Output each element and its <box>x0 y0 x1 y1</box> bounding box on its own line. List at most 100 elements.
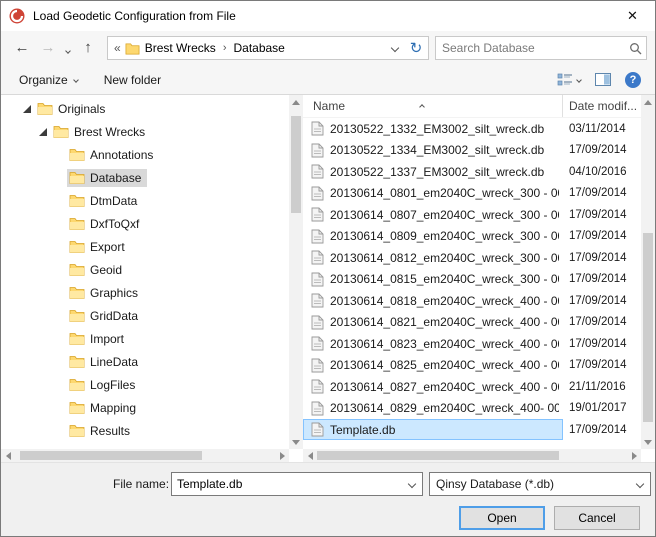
expander-icon[interactable] <box>23 105 31 113</box>
scroll-thumb[interactable] <box>317 451 559 460</box>
tree-item[interactable]: Annotations <box>1 143 289 166</box>
tree-horizontal-scrollbar[interactable] <box>1 449 289 462</box>
preview-pane-button[interactable] <box>591 70 615 89</box>
tree-item[interactable]: DxfToQxf <box>1 212 289 235</box>
scroll-thumb[interactable] <box>291 116 301 214</box>
file-row[interactable]: 20130614_0818_em2040C_wreck_400 - 00... … <box>303 290 641 312</box>
file-type-combobox[interactable]: Qinsy Database (*.db) <box>429 472 651 496</box>
scroll-track[interactable] <box>289 109 303 435</box>
tree-item[interactable]: DtmData <box>1 189 289 212</box>
scroll-track[interactable] <box>15 449 275 462</box>
database-file-icon <box>311 186 324 201</box>
back-button[interactable]: ← <box>9 35 35 61</box>
file-row[interactable]: 20130614_0823_em2040C_wreck_400 - 00... … <box>303 333 641 355</box>
forward-button[interactable]: → <box>35 35 61 61</box>
folder-icon <box>125 42 140 55</box>
recent-locations-dropdown[interactable] <box>61 35 75 61</box>
tree-item[interactable]: LogFiles <box>1 373 289 396</box>
breadcrumb-item-database[interactable]: Database <box>233 41 284 55</box>
scroll-right-button[interactable] <box>275 449 289 462</box>
refresh-button[interactable]: ↻ <box>404 37 428 59</box>
tree-item[interactable]: Mapping <box>1 396 289 419</box>
file-row[interactable]: 20130614_0829_em2040C_wreck_400- 00... 1… <box>303 398 641 420</box>
file-name-input[interactable] <box>172 474 402 494</box>
file-row[interactable]: 20130614_0825_em2040C_wreck_400 - 00... … <box>303 355 641 377</box>
file-row[interactable]: 20130522_1332_EM3002_silt_wreck.db 03/11… <box>303 118 641 140</box>
tree-item[interactable]: Export <box>1 235 289 258</box>
database-file-icon <box>311 401 324 416</box>
scroll-left-button[interactable] <box>1 449 15 462</box>
address-dropdown-button[interactable] <box>386 37 404 59</box>
file-name: 20130614_0829_em2040C_wreck_400- 00... <box>330 401 559 415</box>
address-bar[interactable]: « Brest Wrecks › Database ↻ <box>107 36 429 60</box>
tree-item[interactable]: Geoid <box>1 258 289 281</box>
file-row[interactable]: Template.db 17/09/2014 <box>303 419 641 441</box>
scroll-left-button[interactable] <box>303 449 317 462</box>
column-header-name[interactable]: Name <box>303 95 562 117</box>
new-folder-button[interactable]: New folder <box>96 69 169 91</box>
expander-icon[interactable] <box>39 128 47 136</box>
file-date-modified: 17/09/2014 <box>563 230 641 242</box>
search-input[interactable] <box>436 38 624 58</box>
file-row[interactable]: 20130614_0801_em2040C_wreck_300 - 00... … <box>303 183 641 205</box>
file-row[interactable]: 20130614_0821_em2040C_wreck_400 - 00... … <box>303 312 641 334</box>
search-icon[interactable] <box>624 42 646 55</box>
scroll-down-button[interactable] <box>289 435 303 449</box>
cancel-button[interactable]: Cancel <box>554 506 640 530</box>
tree-item[interactable]: LineData <box>1 350 289 373</box>
tree-item[interactable]: Database <box>1 166 289 189</box>
file-row[interactable]: 20130614_0812_em2040C_wreck_300 - 00... … <box>303 247 641 269</box>
scroll-track[interactable] <box>317 449 627 462</box>
scroll-thumb[interactable] <box>643 233 653 422</box>
tree-item[interactable]: Import <box>1 327 289 350</box>
file-date-modified: 17/09/2014 <box>563 359 641 371</box>
file-list-rows: 20130522_1332_EM3002_silt_wreck.db 03/11… <box>303 118 641 449</box>
file-row[interactable]: 20130614_0809_em2040C_wreck_300 - 00... … <box>303 226 641 248</box>
database-file-icon <box>311 336 324 351</box>
file-list-horizontal-scrollbar[interactable] <box>303 449 641 462</box>
close-button[interactable]: ✕ <box>610 1 655 31</box>
folder-icon <box>69 378 85 391</box>
tree-item[interactable]: GridData <box>1 304 289 327</box>
file-row[interactable]: 20130614_0807_em2040C_wreck_300 - 00... … <box>303 204 641 226</box>
scroll-down-button[interactable] <box>641 435 655 449</box>
up-button[interactable]: ↑ <box>75 35 101 61</box>
database-file-icon <box>311 250 324 265</box>
tree-vertical-scrollbar[interactable] <box>289 95 303 449</box>
file-name-dropdown-button[interactable] <box>402 473 422 495</box>
file-row[interactable]: 20130522_1337_EM3002_silt_wreck.db 04/10… <box>303 161 641 183</box>
file-type-dropdown-button[interactable] <box>630 473 650 495</box>
qinsy-app-icon <box>9 8 25 24</box>
tree-item[interactable]: Brest Wrecks <box>1 120 289 143</box>
database-file-icon <box>311 315 324 330</box>
load-geodetic-configuration-dialog: Load Geodetic Configuration from File ✕ … <box>0 0 656 537</box>
folder-icon <box>69 240 85 253</box>
help-button[interactable]: ? <box>621 69 645 91</box>
database-file-icon <box>311 121 324 136</box>
column-header-date-modified[interactable]: Date modif... <box>563 95 641 117</box>
database-file-icon <box>311 207 324 222</box>
tree-item-label: Graphics <box>90 286 138 300</box>
tree-item[interactable]: Results <box>1 419 289 442</box>
scroll-track[interactable] <box>641 109 655 435</box>
search-box <box>435 36 647 60</box>
scroll-right-button[interactable] <box>627 449 641 462</box>
file-list-vertical-scrollbar[interactable] <box>641 95 655 449</box>
file-row[interactable]: 20130522_1334_EM3002_silt_wreck.db 17/09… <box>303 140 641 162</box>
file-date-modified: 19/01/2017 <box>563 402 641 414</box>
open-button[interactable]: Open <box>459 506 545 530</box>
scroll-thumb[interactable] <box>20 451 202 460</box>
change-view-button[interactable] <box>553 70 585 90</box>
file-name: 20130614_0807_em2040C_wreck_300 - 00... <box>330 208 559 222</box>
file-row[interactable]: 20130614_0815_em2040C_wreck_300 - 00... … <box>303 269 641 291</box>
new-folder-label: New folder <box>104 73 161 87</box>
breadcrumb-overflow-icon[interactable]: « <box>114 41 121 55</box>
chevron-down-icon <box>636 480 644 488</box>
file-row[interactable]: 20130614_0827_em2040C_wreck_400 - 00... … <box>303 376 641 398</box>
breadcrumb-item-brest-wrecks[interactable]: Brest Wrecks <box>145 41 216 55</box>
scroll-up-button[interactable] <box>289 95 303 109</box>
tree-item[interactable]: Graphics <box>1 281 289 304</box>
tree-item[interactable]: Originals <box>1 97 289 120</box>
scroll-up-button[interactable] <box>641 95 655 109</box>
organize-button[interactable]: Organize <box>11 69 86 91</box>
